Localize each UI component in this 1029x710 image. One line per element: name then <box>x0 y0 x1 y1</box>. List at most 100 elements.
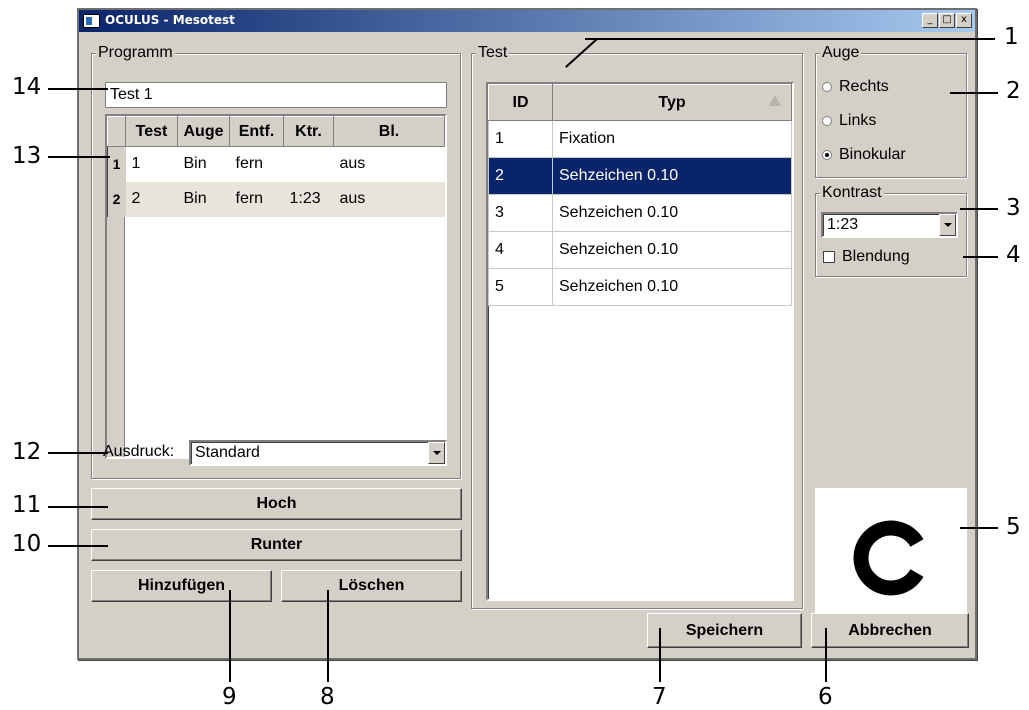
callout-9: 9 <box>222 684 237 710</box>
radio-rechts[interactable]: Rechts <box>822 78 889 96</box>
list-item-id[interactable]: 3 <box>488 194 553 232</box>
ausdruck-select[interactable]: Standard <box>189 440 447 466</box>
hoch-button[interactable]: Hoch <box>91 488 462 520</box>
row-header[interactable]: 1 <box>107 146 126 182</box>
callout-1-line <box>585 38 995 40</box>
abbrechen-button[interactable]: Abbrechen <box>811 613 969 648</box>
maximize-button[interactable]: □ <box>939 13 955 28</box>
list-item[interactable]: 1 Fixation <box>488 120 792 158</box>
list-item-typ[interactable]: Sehzeichen 0.10 <box>552 268 792 306</box>
column-header-entf[interactable]: Entf. <box>229 116 284 147</box>
table-cell[interactable] <box>284 147 334 182</box>
table-cell[interactable]: Bin <box>178 147 230 182</box>
callout-4-line <box>963 256 998 258</box>
list-item-typ[interactable]: Sehzeichen 0.10 <box>552 194 792 232</box>
kontrast-select[interactable]: 1:23 <box>821 212 958 238</box>
kontrast-value: 1:23 <box>827 216 859 233</box>
radio-links-label: Links <box>839 112 877 129</box>
list-item-id[interactable]: 4 <box>488 231 553 269</box>
window-title: OCULUS - Mesotest <box>105 13 235 27</box>
radio-binokular[interactable]: Binokular <box>822 146 906 164</box>
chevron-down-icon[interactable] <box>428 442 445 464</box>
callout-14: 14 <box>12 74 42 100</box>
list-item-id[interactable]: 1 <box>488 120 553 158</box>
column-header-test[interactable]: Test <box>125 116 178 147</box>
close-button[interactable]: x <box>956 13 972 28</box>
chevron-down-icon[interactable] <box>939 214 956 236</box>
callout-14-line <box>48 88 108 90</box>
title-bar[interactable]: OCULUS - Mesotest _ □ x <box>79 10 975 32</box>
table-row[interactable]: 1 1 Bin fern aus <box>107 146 445 182</box>
optotype-preview <box>815 488 967 628</box>
column-header-id[interactable]: ID <box>488 84 553 121</box>
table-cell[interactable]: 2 <box>125 181 178 217</box>
table-cell[interactable]: fern <box>229 181 284 217</box>
radio-selected-icon[interactable] <box>822 150 832 160</box>
column-header-typ[interactable]: Typ <box>552 84 792 121</box>
radio-links[interactable]: Links <box>822 112 876 130</box>
callout-7: 7 <box>652 684 667 710</box>
speichern-button[interactable]: Speichern <box>647 613 802 648</box>
callout-8: 8 <box>320 684 335 710</box>
list-item-id[interactable]: 2 <box>488 157 553 195</box>
column-header-auge[interactable]: Auge <box>177 116 230 147</box>
app-window: OCULUS - Mesotest _ □ x Programm Test 1 … <box>77 8 977 660</box>
callout-5: 5 <box>1006 514 1021 540</box>
callout-11-line <box>48 506 108 508</box>
callout-6-line <box>825 628 827 682</box>
sort-triangle-icon <box>769 95 781 106</box>
callout-5-line <box>960 527 998 529</box>
loeschen-button[interactable]: Löschen <box>281 570 462 602</box>
list-item-typ[interactable]: Fixation <box>552 120 792 158</box>
table-cell[interactable]: fern <box>230 147 284 182</box>
callout-11: 11 <box>12 492 42 518</box>
callout-10-line <box>48 545 108 547</box>
list-item[interactable]: 4 Sehzeichen 0.10 <box>488 231 792 269</box>
list-item[interactable]: 3 Sehzeichen 0.10 <box>488 194 792 232</box>
radio-icon[interactable] <box>822 116 832 126</box>
corner-header <box>107 116 126 147</box>
callout-6: 6 <box>818 684 833 710</box>
table-row[interactable]: 2 2 Bin fern 1:23 aus <box>107 181 445 217</box>
callout-4: 4 <box>1006 242 1021 268</box>
programm-table: Test Auge Entf. Ktr. Bl. 1 1 Bin fern au… <box>105 114 447 459</box>
program-name-input[interactable]: Test 1 <box>105 82 447 108</box>
list-item-typ[interactable]: Sehzeichen 0.10 <box>552 157 792 195</box>
ausdruck-label: Ausdruck: <box>103 443 175 460</box>
table-cell[interactable]: aus <box>333 181 445 217</box>
radio-rechts-label: Rechts <box>839 78 889 95</box>
callout-12: 12 <box>12 439 42 465</box>
list-item-typ[interactable]: Sehzeichen 0.10 <box>552 231 792 269</box>
blendung-checkbox[interactable]: Blendung <box>823 248 910 266</box>
table-cell[interactable]: 1:23 <box>283 181 334 217</box>
app-icon <box>83 14 100 28</box>
callout-2-line <box>950 92 998 94</box>
blendung-label: Blendung <box>842 248 910 265</box>
list-item[interactable]: 5 Sehzeichen 0.10 <box>488 268 792 306</box>
callout-13-line <box>48 156 110 158</box>
column-header-ktr[interactable]: Ktr. <box>283 116 334 147</box>
callout-1: 1 <box>1004 24 1019 50</box>
programm-group-label: Programm <box>96 44 175 62</box>
list-item-selected[interactable]: 2 Sehzeichen 0.10 <box>488 157 792 195</box>
callout-2: 2 <box>1006 78 1021 104</box>
checkbox-icon[interactable] <box>823 251 835 263</box>
landolt-c-icon <box>853 520 924 596</box>
auge-group-label: Auge <box>820 44 862 62</box>
row-header-strip <box>107 217 125 457</box>
table-cell[interactable]: 1 <box>126 147 178 182</box>
radio-icon[interactable] <box>822 82 832 92</box>
hinzufuegen-button[interactable]: Hinzufügen <box>91 570 272 602</box>
table-cell[interactable]: Bin <box>177 181 230 217</box>
list-item-id[interactable]: 5 <box>488 268 553 306</box>
callout-13: 13 <box>12 143 42 169</box>
table-cell[interactable]: aus <box>334 147 445 182</box>
callout-9-line <box>229 590 231 682</box>
column-header-bl[interactable]: Bl. <box>333 116 445 147</box>
minimize-button[interactable]: _ <box>922 13 938 28</box>
row-header[interactable]: 2 <box>107 181 126 217</box>
column-header-typ-label: Typ <box>658 93 686 111</box>
callout-3: 3 <box>1006 195 1021 221</box>
runter-button[interactable]: Runter <box>91 529 462 561</box>
callout-7-line <box>659 628 661 682</box>
